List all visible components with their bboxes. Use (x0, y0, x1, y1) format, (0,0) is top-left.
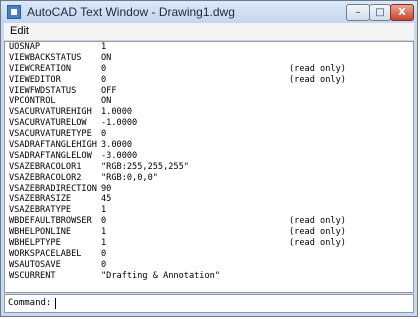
variable-value: 1 (101, 205, 107, 216)
variable-name: VPCONTROL (9, 96, 56, 107)
list-item: WSAUTOSAVE 0 (9, 260, 409, 271)
list-item: VSACURVATURETYPE 0 (9, 129, 409, 140)
variable-name: VSAZEBRACOLOR2 (9, 172, 82, 183)
list-item: VSADRAFTANGLEHIGH 3.0000 (9, 140, 409, 151)
variable-value: 1 (101, 238, 107, 249)
variable-name: UOSNAP (9, 42, 41, 52)
variable-value: 0 (101, 259, 107, 270)
list-item: VPCONTROL ON (9, 96, 409, 107)
variable-name: VSACURVATURETYPE (9, 129, 92, 140)
list-item: VIEWEDITOR 0 (read only) (9, 75, 409, 86)
list-item: UOSNAP 1 (9, 42, 409, 53)
variable-value: "RGB:0,0,0" (101, 172, 158, 183)
variable-value: 3.0000 (101, 140, 133, 151)
variable-name: WBDEFAULTBROWSER (9, 216, 92, 227)
variable-value: "Drafting & Annotation" (101, 270, 220, 281)
list-item: WSCURRENT "Drafting & Annotation" (9, 271, 409, 282)
history-text-area[interactable]: UOSNAP 1 VIEWBACKSTATUS ON VIEWCREATION 0 (rea… (4, 41, 414, 293)
window-title: AutoCAD Text Window - Drawing1.dwg (27, 5, 235, 19)
close-button[interactable]: X (390, 4, 414, 21)
maximize-button[interactable]: □ (369, 4, 391, 21)
list-item: VSAZEBRATYPE 1 (9, 205, 409, 216)
variable-name: VIEWFWDSTATUS (9, 85, 77, 96)
variable-name: VSAZEBRATYPE (9, 205, 72, 216)
variable-name: VIEWEDITOR (9, 74, 61, 85)
title-bar[interactable]: AutoCAD Text Window - Drawing1.dwg – □ X (1, 1, 417, 23)
variable-name: WORKSPACELABEL (9, 248, 82, 259)
list-item: VSACURVATUREHIGH 1.0000 (9, 107, 409, 118)
variable-name: VSACURVATURELOW (9, 118, 87, 129)
menu-item-edit[interactable]: Edit (10, 25, 29, 37)
variable-value: 0 (101, 74, 107, 85)
command-line[interactable]: Command: (4, 294, 414, 313)
variable-name: VSADRAFTANGLEHIGH (9, 140, 97, 151)
variable-note: (read only) (289, 227, 346, 238)
list-item: WBHELPONLINE 1 (read only) (9, 227, 409, 238)
variable-value: ON (101, 52, 112, 63)
variable-name: WSCURRENT (9, 270, 56, 281)
text-window: AutoCAD Text Window - Drawing1.dwg – □ X… (0, 0, 418, 317)
variable-value: 1 (101, 227, 107, 238)
list-item: WORKSPACELABEL 0 (9, 249, 409, 260)
variable-note: (read only) (289, 216, 346, 227)
list-item: VSAZEBRADIRECTION 90 (9, 184, 409, 195)
variable-note: (read only) (289, 63, 346, 74)
list-item: VSAZEBRACOLOR2 "RGB:0,0,0" (9, 173, 409, 184)
variable-name: VSACURVATUREHIGH (9, 107, 92, 118)
variable-name: VSAZEBRASIZE (9, 194, 72, 205)
variable-value: "RGB:255,255,255" (101, 161, 189, 172)
list-item: VSACURVATURELOW -1.0000 (9, 118, 409, 129)
menu-bar: Edit (4, 23, 414, 41)
list-item: VIEWCREATION 0 (read only) (9, 64, 409, 75)
command-prompt: Command: (8, 298, 52, 308)
variable-value: -3.0000 (101, 150, 138, 161)
variable-name: WBHELPTYPE (9, 238, 61, 249)
list-item: WBDEFAULTBROWSER 0 (read only) (9, 216, 409, 227)
variable-value: 0 (101, 129, 107, 140)
list-item: WBHELPTYPE 1 (read only) (9, 238, 409, 249)
variable-note: (read only) (289, 238, 346, 249)
variable-value: 0 (101, 248, 107, 259)
variable-value: 45 (101, 194, 112, 205)
variable-value: ON (101, 96, 112, 107)
variable-value: 1.0000 (101, 107, 133, 118)
list-item: VIEWBACKSTATUS ON (9, 53, 409, 64)
variable-value: OFF (101, 85, 117, 96)
variable-name: VSADRAFTANGLELOW (9, 150, 92, 161)
variable-value: 90 (101, 183, 112, 194)
text-caret (55, 298, 56, 309)
list-item: VIEWFWDSTATUS OFF (9, 86, 409, 97)
minimize-button[interactable]: – (346, 4, 370, 21)
variable-list: UOSNAP 1 VIEWBACKSTATUS ON VIEWCREATION 0 (rea… (9, 42, 409, 282)
variable-value: -1.0000 (101, 118, 138, 129)
variable-value: 0 (101, 216, 107, 227)
autocad-app-icon (7, 5, 21, 19)
variable-name: WSAUTOSAVE (9, 259, 61, 270)
variable-name: VSAZEBRADIRECTION (9, 183, 97, 194)
variable-name: WBHELPONLINE (9, 227, 72, 238)
list-item: VSAZEBRACOLOR1 "RGB:255,255,255" (9, 162, 409, 173)
variable-name: VSAZEBRACOLOR1 (9, 161, 82, 172)
variable-name: VIEWCREATION (9, 63, 72, 74)
list-item: VSADRAFTANGLELOW -3.0000 (9, 151, 409, 162)
list-item: VSAZEBRASIZE 45 (9, 194, 409, 205)
variable-note: (read only) (289, 74, 346, 85)
variable-value: 0 (101, 63, 107, 74)
variable-name: VIEWBACKSTATUS (9, 52, 82, 63)
variable-value: 1 (101, 42, 107, 52)
